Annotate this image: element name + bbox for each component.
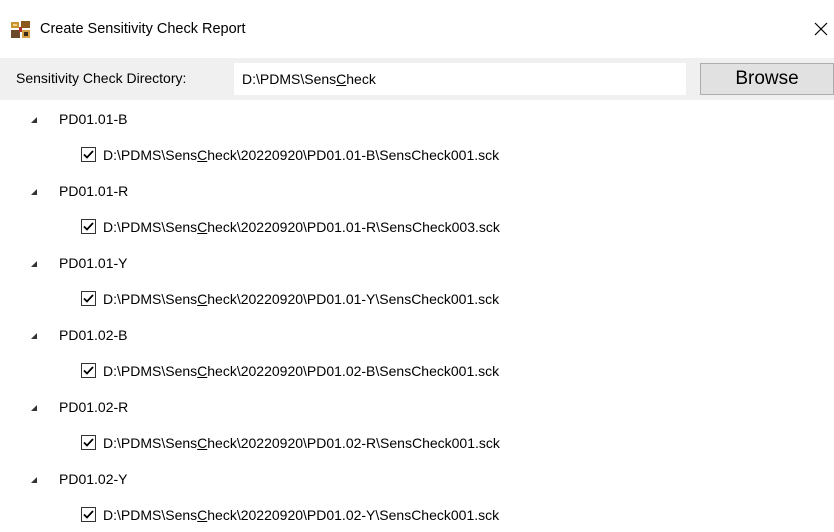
tree-file-row[interactable]: D:\PDMS\SensCheck\20220920\PD01.02-B\Sen… (0, 352, 834, 388)
tree-group-row[interactable]: PD01.01-R (0, 172, 834, 208)
expand-collapse-icon[interactable] (30, 332, 38, 340)
close-icon (814, 22, 828, 36)
checkmark-icon (83, 510, 94, 519)
file-checkbox[interactable] (81, 219, 96, 234)
title-bar: Create Sensitivity Check Report (0, 0, 834, 58)
expand-collapse-icon[interactable] (30, 260, 38, 268)
checkmark-icon (83, 150, 94, 159)
checkmark-icon (83, 366, 94, 375)
tree-group-label: PD01.01-R (59, 183, 129, 199)
tree-group-label: PD01.01-B (59, 111, 128, 127)
file-checkbox[interactable] (81, 435, 96, 450)
expand-collapse-icon[interactable] (30, 404, 38, 412)
tree-group-label: PD01.02-Y (59, 471, 128, 487)
file-checkbox[interactable] (81, 147, 96, 162)
tree-file-row[interactable]: D:\PDMS\SensCheck\20220920\PD01.01-B\Sen… (0, 136, 834, 172)
browse-button[interactable]: Browse (700, 63, 834, 95)
tree-file-row[interactable]: D:\PDMS\SensCheck\20220920\PD01.02-R\Sen… (0, 424, 834, 460)
file-checkbox[interactable] (81, 507, 96, 522)
report-app-icon (10, 20, 31, 39)
tree-file-row[interactable]: D:\PDMS\SensCheck\20220920\PD01.01-R\Sen… (0, 208, 834, 244)
file-path-label: D:\PDMS\SensCheck\20220920\PD01.01-Y\Sen… (103, 291, 500, 307)
file-path-label: D:\PDMS\SensCheck\20220920\PD01.01-B\Sen… (103, 147, 500, 163)
tree-group-label: PD01.02-B (59, 327, 128, 343)
tree-group-row[interactable]: PD01.01-B (0, 100, 834, 136)
expand-collapse-icon[interactable] (30, 116, 38, 124)
file-path-label: D:\PDMS\SensCheck\20220920\PD01.02-Y\Sen… (103, 507, 500, 523)
directory-label: Sensitivity Check Directory: (16, 70, 187, 86)
file-path-label: D:\PDMS\SensCheck\20220920\PD01.02-B\Sen… (103, 363, 500, 379)
tree-file-row[interactable]: D:\PDMS\SensCheck\20220920\PD01.02-Y\Sen… (0, 496, 834, 532)
directory-input[interactable]: D:\PDMS\SensCheck (234, 63, 686, 95)
tree-file-row[interactable]: D:\PDMS\SensCheck\20220920\PD01.01-Y\Sen… (0, 280, 834, 316)
file-path-label: D:\PDMS\SensCheck\20220920\PD01.02-R\Sen… (103, 435, 500, 451)
tree-group-label: PD01.01-Y (59, 255, 128, 271)
tree-group-row[interactable]: PD01.02-B (0, 316, 834, 352)
file-checkbox[interactable] (81, 363, 96, 378)
file-path-label: D:\PDMS\SensCheck\20220920\PD01.01-R\Sen… (103, 219, 500, 235)
tree-group-row[interactable]: PD01.02-R (0, 388, 834, 424)
checkmark-icon (83, 294, 94, 303)
tree-group-label: PD01.02-R (59, 399, 129, 415)
expand-collapse-icon[interactable] (30, 476, 38, 484)
report-tree: PD01.01-B D:\PDMS\SensCheck\20220920\PD01… (0, 100, 834, 532)
tree-group-row[interactable]: PD01.02-Y (0, 460, 834, 496)
window-title: Create Sensitivity Check Report (40, 21, 246, 37)
close-button[interactable] (808, 10, 834, 48)
expand-collapse-icon[interactable] (30, 188, 38, 196)
checkmark-icon (83, 222, 94, 231)
checkmark-icon (83, 438, 94, 447)
file-checkbox[interactable] (81, 291, 96, 306)
tree-group-row[interactable]: PD01.01-Y (0, 244, 834, 280)
